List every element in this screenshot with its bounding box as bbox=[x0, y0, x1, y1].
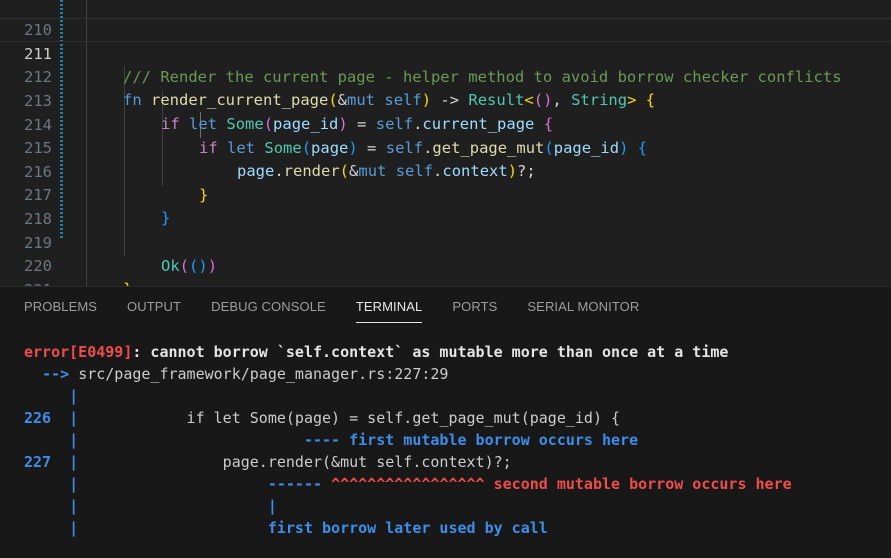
code-line-218[interactable]: 218 bbox=[0, 184, 891, 228]
second-borrow-dashes: ------ bbox=[267, 475, 323, 493]
later-use-annotation: | first borrow later used by call bbox=[69, 519, 548, 537]
second-borrow-annotation: | ------ ^^^^^^^^^^^^^^^^^ second mutabl… bbox=[69, 475, 792, 493]
code-line-220[interactable]: 220 } bbox=[0, 231, 891, 286]
error-code: error[E0499] bbox=[24, 343, 133, 361]
snippet-line-227: 227 | page.render(&mut self.context)?; bbox=[24, 453, 512, 471]
line-number: 221 bbox=[0, 279, 52, 286]
code-line-217[interactable]: 217 } bbox=[0, 160, 891, 228]
snippet-code: page.render(&mut self.context)?; bbox=[78, 453, 512, 471]
snippet-line-number: 226 bbox=[24, 409, 52, 427]
tab-problems[interactable]: PROBLEMS bbox=[24, 287, 97, 327]
location-arrow: --> bbox=[42, 365, 70, 383]
bottom-panel: PROBLEMS OUTPUT DEBUG CONSOLE TERMINAL P… bbox=[0, 286, 891, 558]
panel-tab-bar: PROBLEMS OUTPUT DEBUG CONSOLE TERMINAL P… bbox=[24, 287, 669, 327]
code-line-215[interactable]: 215 page.render(&mut self.context)?; bbox=[0, 113, 891, 181]
snippet-line-number: 227 bbox=[24, 453, 52, 471]
vscode-window: 210 211 /// Render the current page - he… bbox=[0, 0, 891, 558]
tab-debug-console[interactable]: DEBUG CONSOLE bbox=[211, 287, 326, 327]
code-line-211[interactable]: 211 /// Render the current page - helper… bbox=[0, 18, 891, 86]
tab-ports[interactable]: PORTS bbox=[452, 287, 497, 327]
first-borrow-annotation: | ---- first mutable borrow occurs here bbox=[69, 431, 639, 449]
later-use-connector: | | bbox=[69, 497, 277, 515]
snippet-line-226: 226 | if let Some(page) = self.get_page_… bbox=[24, 409, 621, 427]
error-header: error[E0499]: cannot borrow `self.contex… bbox=[24, 341, 728, 363]
terminal-output[interactable]: error[E0499]: cannot borrow `self.contex… bbox=[0, 331, 891, 558]
error-location: src/page_framework/page_manager.rs:227:2… bbox=[78, 365, 449, 383]
code-line-212[interactable]: 212 fn render_current_page(&mut self) ->… bbox=[0, 42, 891, 110]
code-line-221[interactable]: 221 bbox=[0, 255, 891, 286]
error-message: : cannot borrow `self.context` as mutabl… bbox=[132, 343, 729, 361]
tab-output[interactable]: OUTPUT bbox=[127, 287, 181, 327]
first-borrow-marker: ---- first mutable borrow occurs here bbox=[303, 431, 639, 449]
code-line-210[interactable]: 210 bbox=[0, 0, 891, 39]
tab-serial-monitor[interactable]: SERIAL MONITOR bbox=[527, 287, 639, 327]
code-editor[interactable]: 210 211 /// Render the current page - he… bbox=[0, 0, 891, 286]
code-line-213[interactable]: 213 if let Some(page_id) = self.current_… bbox=[0, 66, 891, 134]
code-line-216[interactable]: 216 } bbox=[0, 137, 891, 205]
code-line-214[interactable]: 214 if let Some(page) = self.get_page_mu… bbox=[0, 90, 891, 158]
gutter-pipe-line: | bbox=[69, 387, 79, 405]
snippet-code: if let Some(page) = self.get_page_mut(pa… bbox=[78, 409, 621, 427]
tab-terminal[interactable]: TERMINAL bbox=[355, 287, 423, 327]
later-use-label: first borrow later used by call bbox=[267, 519, 548, 537]
second-borrow-marker: ^^^^^^^^^^^^^^^^^ second mutable borrow … bbox=[331, 475, 792, 493]
code-line-219[interactable]: 219 Ok(()) bbox=[0, 208, 891, 276]
error-location-line: --> src/page_framework/page_manager.rs:2… bbox=[24, 363, 448, 385]
